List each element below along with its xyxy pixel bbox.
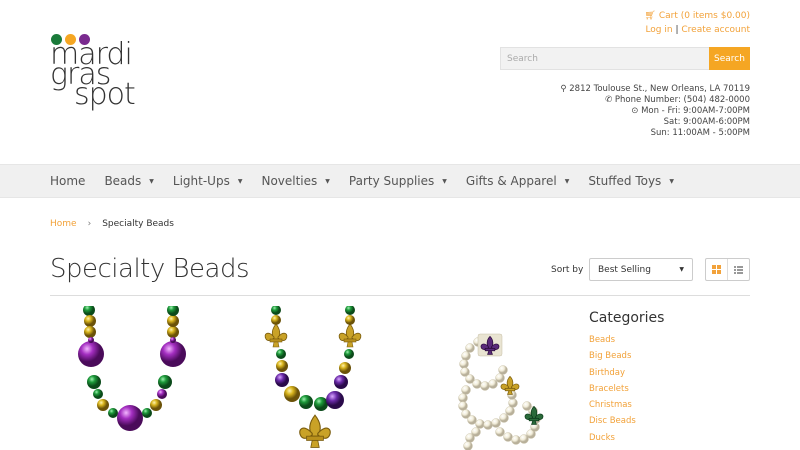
product-image [264,305,362,448]
breadcrumb-home[interactable]: Home [50,219,77,229]
nav-item-home[interactable]: Home [50,165,85,197]
grid-view-button[interactable] [706,259,727,280]
nav-label: Novelties [261,174,318,188]
account-links: Log in | Create account [645,25,750,35]
cart-link[interactable]: 🛒︎ Cart (0 items $0.00) [645,11,750,21]
nav-label: Light-Ups [172,174,230,188]
hours-sun: Sun: 11:00AM - 5:00PM [650,128,750,138]
nav-label: Party Supplies [348,174,435,188]
address-text: 2812 Toulouse St., New Orleans, LA 70119 [569,84,750,94]
breadcrumb: Home › Specialty Beads [50,219,174,229]
search-button[interactable]: Search [709,47,750,70]
nav-label: Home [50,174,86,188]
nav-item-novelties[interactable]: Novelties ▼ [261,165,329,197]
breadcrumb-arrow-icon: › [87,219,92,229]
grid-icon [712,265,721,274]
category-link[interactable]: Disc Beads [589,416,636,432]
breadcrumb-current: Specialty Beads [102,219,174,229]
nav-label: Beads [104,174,142,188]
product-card[interactable] [245,305,385,450]
store-info: ⚲ 2812 Toulouse St., New Orleans, LA 701… [560,84,750,139]
login-link[interactable]: Log in [645,25,672,35]
caret-down-icon: ▼ [325,177,330,185]
nav-item-gifts-apparel[interactable]: Gifts & Apparel ▼ [466,165,569,197]
caret-down-icon: ▼ [669,177,674,185]
hours-sat: Sat: 9:00AM-6:00PM [663,117,750,127]
caret-down-icon: ▼ [442,177,447,185]
sort-value: Best Selling [598,264,651,275]
category-link[interactable]: Christmas [589,400,636,416]
category-link[interactable]: Bracelets [589,384,636,400]
clock-icon: ⊙ [631,106,639,116]
search-form: Search [500,47,750,70]
hours-weekday: Mon - Fri: 9:00AM-7:00PM [641,106,750,116]
caret-down-icon: ▼ [564,177,570,185]
cart-icon: 🛒︎ [644,11,656,21]
category-link[interactable]: Beads [589,335,636,351]
nav-label: Gifts & Apparel [465,174,557,188]
sort-select[interactable]: Best Selling ▼ [589,258,693,281]
hours-weekday-line: ⊙ Mon - Fri: 9:00AM-7:00PM [560,106,750,117]
caret-down-icon: ▼ [679,266,684,273]
phone-line: ✆ Phone Number: (504) 482-0000 [560,95,750,106]
nav-item-party-supplies[interactable]: Party Supplies ▼ [349,165,447,197]
phone-icon: ✆ [605,95,613,105]
nav-item-beads[interactable]: Beads ▼ [104,165,153,197]
nav-item-stuffed-toys[interactable]: Stuffed Toys ▼ [588,165,674,197]
account-separator: | [675,25,679,35]
search-input[interactable] [500,47,709,70]
phone-text: Phone Number: (504) 482-0000 [614,95,750,105]
address-line: ⚲ 2812 Toulouse St., New Orleans, LA 701… [560,84,750,95]
category-link[interactable]: Ducks [589,433,636,449]
list-icon [734,265,743,274]
list-view-button[interactable] [727,259,749,280]
category-link[interactable]: Big Beads [589,351,636,367]
view-toggle [705,258,750,281]
caret-down-icon: ▼ [237,177,243,185]
categories-heading: Categories [589,310,665,326]
product-image [78,304,186,431]
main-nav: Home Beads ▼ Light-Ups ▼ Novelties ▼ Party … [0,164,800,198]
nav-label: Stuffed Toys [588,174,662,188]
categories-list: Beads Big Beads Birthday Bracelets Chris… [589,335,636,449]
nav-item-light-ups[interactable]: Light-Ups ▼ [173,165,243,197]
category-link[interactable]: Birthday [589,368,636,384]
sort-label: Sort by [551,265,584,275]
product-card[interactable] [430,306,570,450]
page-title: Specialty Beads [50,254,250,284]
logo-word-3: spot [74,77,136,112]
map-marker-icon: ⚲ [560,84,567,94]
caret-down-icon: ▼ [149,177,154,185]
cart-label: Cart (0 items $0.00) [658,11,750,21]
create-account-link[interactable]: Create account [681,25,750,35]
site-logo[interactable]: mardi gras spot [50,34,140,134]
product-image [458,333,544,450]
product-card[interactable] [60,304,200,450]
title-divider [50,295,750,296]
